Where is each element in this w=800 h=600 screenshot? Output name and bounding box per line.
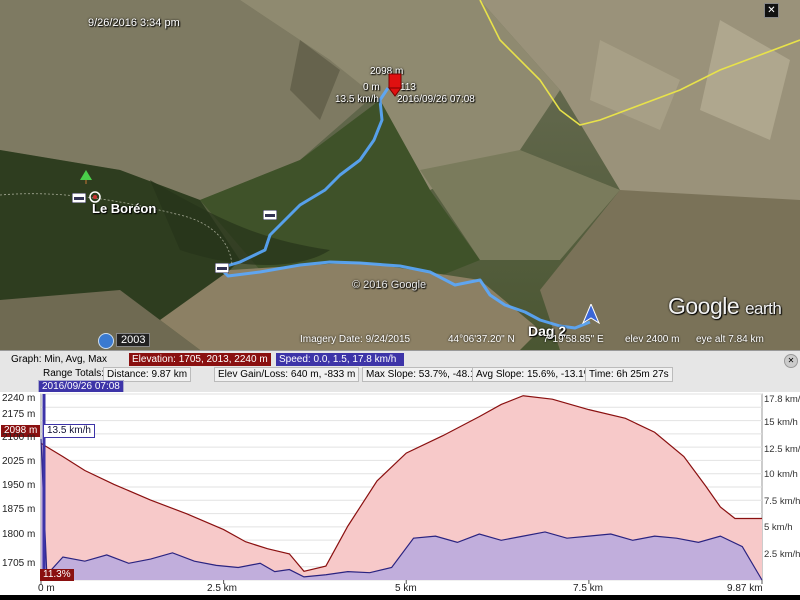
- popup-speed: 13.5 km/h: [335, 94, 379, 105]
- map-view[interactable]: 9/26/2016 3:34 pm ✕ 2098 m 0 m 113 13.5 …: [0, 0, 800, 350]
- elev-gain-loss: Elev Gain/Loss: 640 m, -833 m: [214, 367, 360, 382]
- y-tick-right: 5 km/h: [764, 522, 793, 533]
- navigation-arrow-icon[interactable]: [582, 304, 600, 324]
- y-tick-right: 12.5 km/h: [764, 444, 800, 455]
- y-tick-right: 2.5 km/h: [764, 549, 800, 560]
- y-tick-left: 2100 m: [2, 432, 36, 443]
- elevation-stat[interactable]: Elevation: 1705, 2013, 2240 m: [129, 353, 271, 366]
- historical-imagery-year[interactable]: 2003: [116, 333, 151, 347]
- cursor-pin-icon[interactable]: [386, 72, 406, 98]
- y-tick-left: 2175 m: [2, 409, 36, 420]
- elevation-speed-chart[interactable]: [0, 392, 800, 595]
- y-tick-left: 2240 m: [2, 393, 36, 404]
- elevation-readout: elev 2400 m: [625, 334, 680, 345]
- lodging-icon[interactable]: [72, 193, 86, 203]
- y-tick-left: 2025 m: [2, 456, 36, 467]
- y-tick-right: 15 km/h: [764, 417, 798, 428]
- avg-slope: Avg Slope: 15.6%, -13.1%: [472, 367, 597, 382]
- tree-icon[interactable]: [80, 170, 92, 184]
- close-icon[interactable]: ✕: [764, 3, 779, 18]
- y-tick-left: 1705 m: [2, 558, 36, 569]
- range-totals-label: Range Totals:: [43, 368, 104, 379]
- popup-datetime: 2016/09/26 07:08: [397, 94, 475, 105]
- x-tick: 5 km: [395, 583, 417, 594]
- place-label: Le Boréon: [92, 201, 157, 216]
- latitude: 44°06'37.20" N: [448, 334, 515, 345]
- x-tick: 2.5 km: [207, 583, 238, 594]
- longitude: 7°19'58.85" E: [543, 334, 604, 345]
- x-tick: 7.5 km: [573, 583, 604, 594]
- lodging-icon[interactable]: [263, 210, 277, 220]
- imagery-date: Imagery Date: 9/24/2015: [300, 334, 411, 345]
- speed-stat[interactable]: Speed: 0.0, 1.5, 17.8 km/h: [276, 353, 404, 366]
- y-tick-right: 17.8 km/h: [764, 394, 800, 405]
- x-tick: 9.87 km: [727, 583, 763, 594]
- y-tick-left: 1950 m: [2, 480, 36, 491]
- speed-value-badge: 13.5 km/h: [43, 424, 95, 438]
- y-tick-right: 7.5 km/h: [764, 496, 800, 507]
- y-tick-left: 1875 m: [2, 504, 36, 515]
- y-tick-left: 1800 m: [2, 529, 36, 540]
- popup-distance: 0 m: [363, 82, 380, 93]
- chart-svg[interactable]: [0, 392, 800, 595]
- google-earth-logo: Google earth: [668, 293, 782, 319]
- history-clock-icon[interactable]: [98, 333, 114, 349]
- close-graph-icon[interactable]: ✕: [784, 354, 798, 368]
- y-tick-right: 10 km/h: [764, 469, 798, 480]
- slope-value-badge: 11.3%: [40, 569, 74, 581]
- map-timestamp: 9/26/2016 3:34 pm: [88, 17, 180, 29]
- graph-label: Graph: Min, Avg, Max: [11, 354, 107, 365]
- eye-altitude: eye alt 7.84 km: [696, 334, 764, 345]
- lodging-icon[interactable]: [215, 263, 229, 273]
- time-total: Time: 6h 25m 27s: [585, 367, 673, 382]
- copyright-text: © 2016 Google: [352, 279, 427, 291]
- x-tick: 0 m: [38, 583, 55, 594]
- max-slope: Max Slope: 53.7%, -48.1%: [362, 367, 489, 382]
